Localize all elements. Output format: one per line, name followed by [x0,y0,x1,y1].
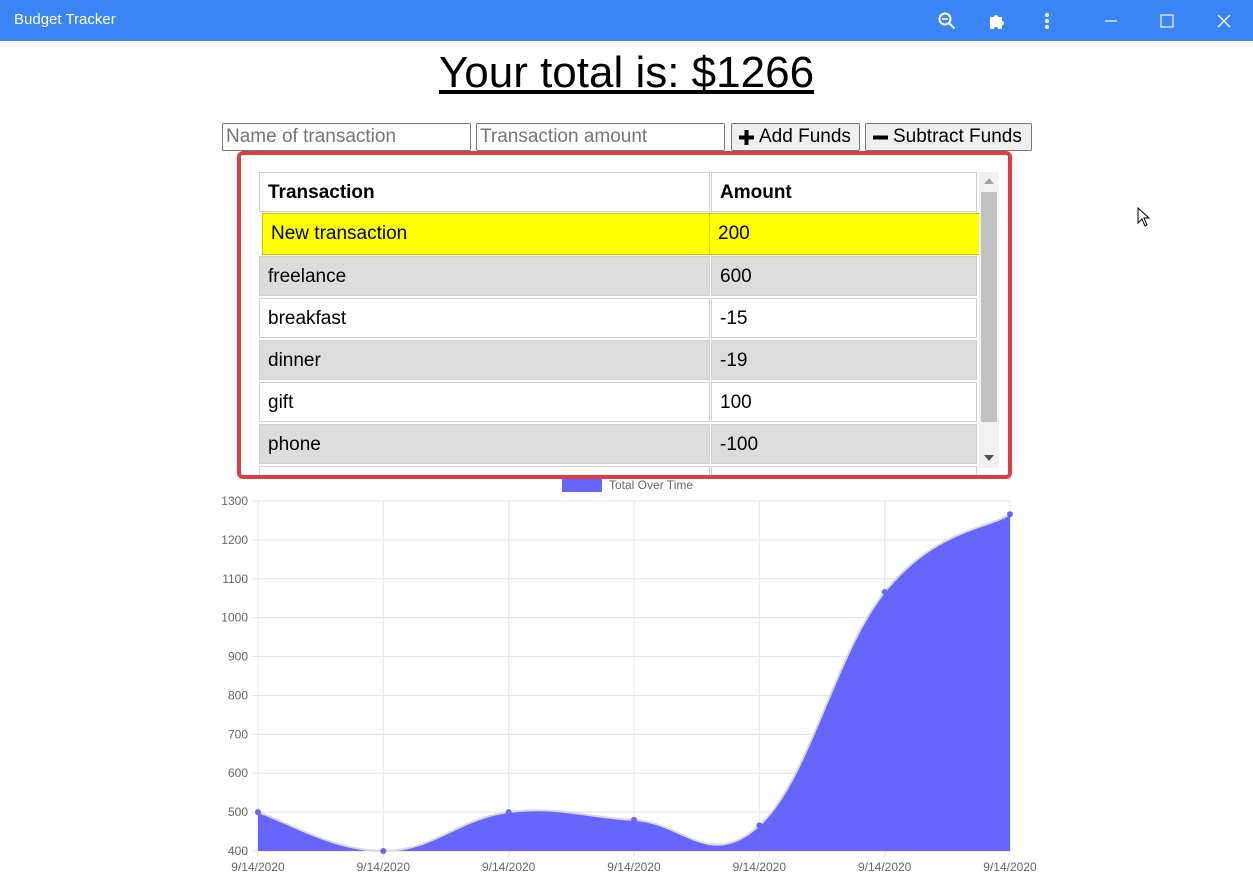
row-name: breakfast [259,298,710,338]
x-tick-label: 9/14/2020 [357,860,411,874]
row-name: freelance [259,256,710,296]
data-point[interactable] [881,589,888,595]
x-tick-label: 9/14/2020 [858,860,912,874]
transactions-table-container[interactable]: Transaction Amount New transaction 200 f… [237,151,1012,479]
minus-icon [873,135,888,139]
subtract-funds-label: Subtract Funds [893,126,1022,147]
y-tick-label: 800 [228,688,248,702]
legend-swatch[interactable] [562,479,602,492]
table-row[interactable]: New transaction 200 [262,213,984,255]
x-tick-label: 9/14/2020 [231,860,285,874]
scroll-up-icon[interactable] [984,178,994,184]
x-tick-label: 9/14/2020 [983,860,1037,874]
y-tick-label: 1300 [221,494,248,508]
row-amount: -100 [711,424,977,464]
row-amount: 200 [710,214,983,254]
data-point[interactable] [255,809,261,816]
scrollbar-thumb[interactable] [981,192,997,422]
add-funds-label: Add Funds [759,126,851,147]
total-heading: Your total is: $1266 [438,48,815,97]
scroll-down-icon[interactable] [984,455,994,461]
transaction-name-input[interactable] [222,123,471,151]
table-scrollbar[interactable] [979,172,999,468]
row-amount: -15 [711,298,977,338]
x-tick-label: 9/14/2020 [482,860,536,874]
table-row-partial [259,466,977,475]
legend-label[interactable]: Total Over Time [609,478,693,492]
subtract-funds-button[interactable]: Subtract Funds [865,123,1032,151]
table-row[interactable]: gift 100 [259,382,977,424]
table-row[interactable]: dinner -19 [259,340,977,382]
y-tick-label: 1000 [221,611,248,625]
row-name-partial [259,466,710,475]
data-point[interactable] [1007,511,1013,518]
add-funds-button[interactable]: Add Funds [731,123,860,151]
y-tick-label: 400 [228,844,248,858]
zoom-icon[interactable] [924,0,970,41]
y-tick-label: 900 [228,650,248,664]
mouse-cursor-icon [1137,207,1151,227]
more-icon[interactable] [1024,0,1070,41]
y-tick-label: 500 [228,805,248,819]
transaction-amount-input[interactable] [476,123,725,151]
table-row[interactable]: freelance 600 [259,256,977,298]
row-name: New transaction [263,214,710,254]
row-amount: 100 [711,382,977,422]
minimize-icon[interactable] [1088,0,1134,41]
header-amount: Amount [711,172,977,212]
y-tick-label: 700 [228,727,248,741]
row-name: dinner [259,340,710,380]
maximize-icon[interactable] [1144,0,1190,41]
x-tick-label: 9/14/2020 [733,860,787,874]
app-title: Budget Tracker [14,11,116,28]
y-tick-label: 1200 [221,533,248,547]
total-over-time-chart: 1300 1200 1100 1000 900 800 700 600 500 400 9/14/… [221,478,1037,874]
close-icon[interactable] [1201,0,1247,41]
data-point[interactable] [380,848,387,854]
row-amount: 600 [711,256,977,296]
data-point[interactable] [505,809,512,816]
y-tick-label: 1100 [222,572,248,586]
header-transaction: Transaction [259,172,710,212]
row-name: gift [259,382,710,422]
row-name: phone [259,424,710,464]
data-point[interactable] [756,822,763,829]
extensions-icon[interactable] [974,0,1020,41]
table-header-row: Transaction Amount [259,172,977,214]
x-tick-label: 9/14/2020 [607,860,661,874]
plus-icon [739,129,754,145]
table-row[interactable]: phone -100 [259,424,977,466]
row-amount-partial [711,466,977,475]
data-point[interactable] [631,816,637,823]
y-tick-label: 600 [228,766,248,780]
table-row[interactable]: breakfast -15 [259,298,977,340]
row-amount: -19 [711,340,977,380]
title-bar: Budget Tracker [0,0,1253,41]
